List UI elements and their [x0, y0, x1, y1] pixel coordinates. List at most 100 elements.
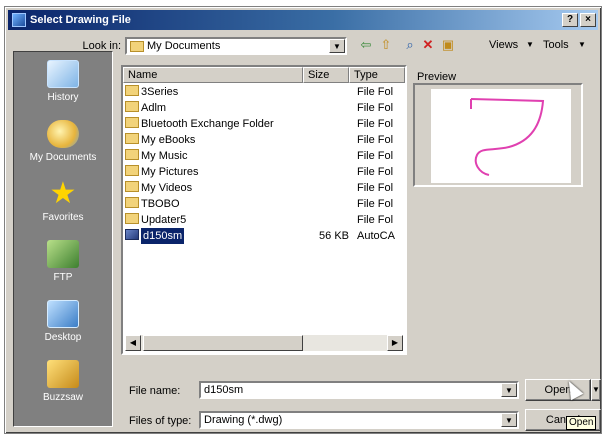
folder-icon	[130, 40, 144, 52]
folder-icon	[125, 165, 139, 176]
list-item-selected[interactable]: d150sm 56 KB AutoCA	[125, 228, 403, 244]
folder-icon	[125, 149, 139, 160]
list-item[interactable]: Bluetooth Exchange Folder File Fol	[125, 116, 393, 132]
title-bar: Select Drawing File ? ×	[8, 10, 598, 30]
file-name: Updater5	[141, 214, 187, 226]
list-item[interactable]: TBOBO File Fol	[125, 196, 393, 212]
file-size: 56 KB	[319, 230, 349, 242]
place-buzzsaw-label: Buzzsaw	[42, 392, 83, 403]
up-folder-icon[interactable]: ⇧	[377, 36, 395, 54]
help-button[interactable]: ?	[562, 13, 578, 27]
search-web-icon[interactable]: ⌕	[401, 36, 419, 54]
place-favorites[interactable]: ★ Favorites	[14, 176, 112, 234]
new-folder-icon[interactable]: ▣	[439, 36, 457, 54]
back-arrow-icon[interactable]: ⇦	[357, 36, 375, 54]
file-type: File Fol	[357, 198, 394, 210]
tools-menu[interactable]: Tools	[543, 39, 569, 51]
place-ftp[interactable]: FTP	[14, 236, 112, 294]
chevron-down-icon[interactable]: ▼	[501, 383, 517, 397]
files-of-type-label: Files of type:	[129, 415, 192, 427]
file-type: File Fol	[357, 102, 394, 114]
look-in-combo[interactable]: My Documents ▼	[125, 37, 347, 55]
file-name: My eBooks	[141, 134, 196, 146]
folder-icon	[125, 85, 139, 96]
list-item[interactable]: My Music File Fol	[125, 148, 393, 164]
place-history-label: History	[47, 92, 79, 103]
file-name: d150sm	[141, 228, 185, 244]
file-name-value: d150sm	[204, 384, 244, 396]
drawing-preview-image	[431, 89, 571, 183]
file-type: File Fol	[357, 182, 394, 194]
drawing-curve	[470, 98, 545, 176]
files-of-type-value: Drawing (*.dwg)	[204, 414, 283, 426]
ftp-icon	[47, 240, 79, 268]
list-item[interactable]: 3Series File Fol	[125, 84, 393, 100]
file-name: TBOBO	[141, 198, 180, 210]
scroll-thumb[interactable]	[143, 335, 303, 351]
place-history[interactable]: History	[14, 56, 112, 114]
look-in-label: Look in:	[82, 40, 121, 52]
folder-icon	[125, 213, 139, 224]
scroll-right-icon[interactable]: ▶	[387, 335, 403, 351]
preview-label: Preview	[417, 71, 457, 83]
views-dropdown-icon[interactable]: ▼	[521, 36, 539, 54]
file-name-input[interactable]: d150sm ▼	[199, 381, 519, 399]
tooltip: Open	[566, 416, 597, 430]
preview-panel	[413, 83, 583, 187]
files-of-type-select[interactable]: Drawing (*.dwg) ▼	[199, 411, 519, 429]
open-options-dropdown-icon[interactable]: ▼	[591, 379, 601, 401]
file-type: File Fol	[357, 150, 394, 162]
place-my-documents[interactable]: My Documents	[14, 116, 112, 174]
place-desktop[interactable]: Desktop	[14, 296, 112, 354]
place-desktop-label: Desktop	[44, 332, 82, 343]
list-item[interactable]: Adlm File Fol	[125, 100, 393, 116]
column-type[interactable]: Type	[349, 67, 405, 83]
place-ftp-label: FTP	[53, 272, 73, 283]
buzzsaw-icon	[47, 360, 79, 388]
chevron-down-icon[interactable]: ▼	[329, 39, 345, 53]
dialog-title: Select Drawing File	[30, 14, 131, 26]
list-item[interactable]: My Pictures File Fol	[125, 164, 393, 180]
column-size[interactable]: Size	[303, 67, 349, 83]
tools-dropdown-icon[interactable]: ▼	[573, 36, 591, 54]
autocad-app-icon	[12, 13, 26, 27]
my-documents-icon	[47, 120, 79, 148]
places-bar: History My Documents ★ Favorites FTP Des…	[13, 51, 113, 427]
folder-icon	[125, 117, 139, 128]
file-name: 3Series	[141, 86, 179, 98]
place-favorites-label: Favorites	[42, 212, 84, 223]
dwg-file-icon	[125, 229, 139, 240]
folder-icon	[125, 133, 139, 144]
list-item[interactable]: My eBooks File Fol	[125, 132, 393, 148]
folder-icon	[125, 197, 139, 208]
place-buzzsaw[interactable]: Buzzsaw	[14, 356, 112, 414]
horizontal-scrollbar[interactable]: ◀ ▶	[125, 335, 403, 351]
file-list[interactable]: Name Size Type 3Series File Fol Adlm File …	[121, 65, 407, 355]
column-name[interactable]: Name	[123, 67, 303, 83]
file-name: My Music	[141, 150, 188, 162]
file-type: File Fol	[357, 134, 394, 146]
list-item[interactable]: Updater5 File Fol	[125, 212, 393, 228]
file-type: File Fol	[357, 166, 394, 178]
file-name: My Pictures	[141, 166, 199, 178]
place-my-documents-label: My Documents	[29, 152, 97, 163]
close-button[interactable]: ×	[580, 13, 596, 27]
file-type: File Fol	[357, 86, 394, 98]
look-in-value: My Documents	[147, 40, 221, 52]
select-drawing-file-dialog: Select Drawing File ? × History My Docum…	[4, 6, 602, 434]
drawing-preview-sketch	[470, 98, 545, 176]
folder-icon	[125, 181, 139, 192]
scroll-left-icon[interactable]: ◀	[125, 335, 141, 351]
delete-icon[interactable]: ✕	[419, 36, 437, 54]
desktop-icon	[47, 300, 79, 328]
favorites-star-icon: ★	[49, 177, 77, 210]
history-icon	[47, 60, 79, 88]
file-name: Bluetooth Exchange Folder	[141, 118, 274, 130]
file-type: File Fol	[357, 214, 394, 226]
file-type: File Fol	[357, 118, 394, 130]
file-name: Adlm	[141, 102, 167, 114]
list-item[interactable]: My Videos File Fol	[125, 180, 393, 196]
file-name-label: File name:	[129, 385, 181, 397]
views-menu[interactable]: Views	[489, 39, 518, 51]
chevron-down-icon[interactable]: ▼	[501, 413, 517, 427]
